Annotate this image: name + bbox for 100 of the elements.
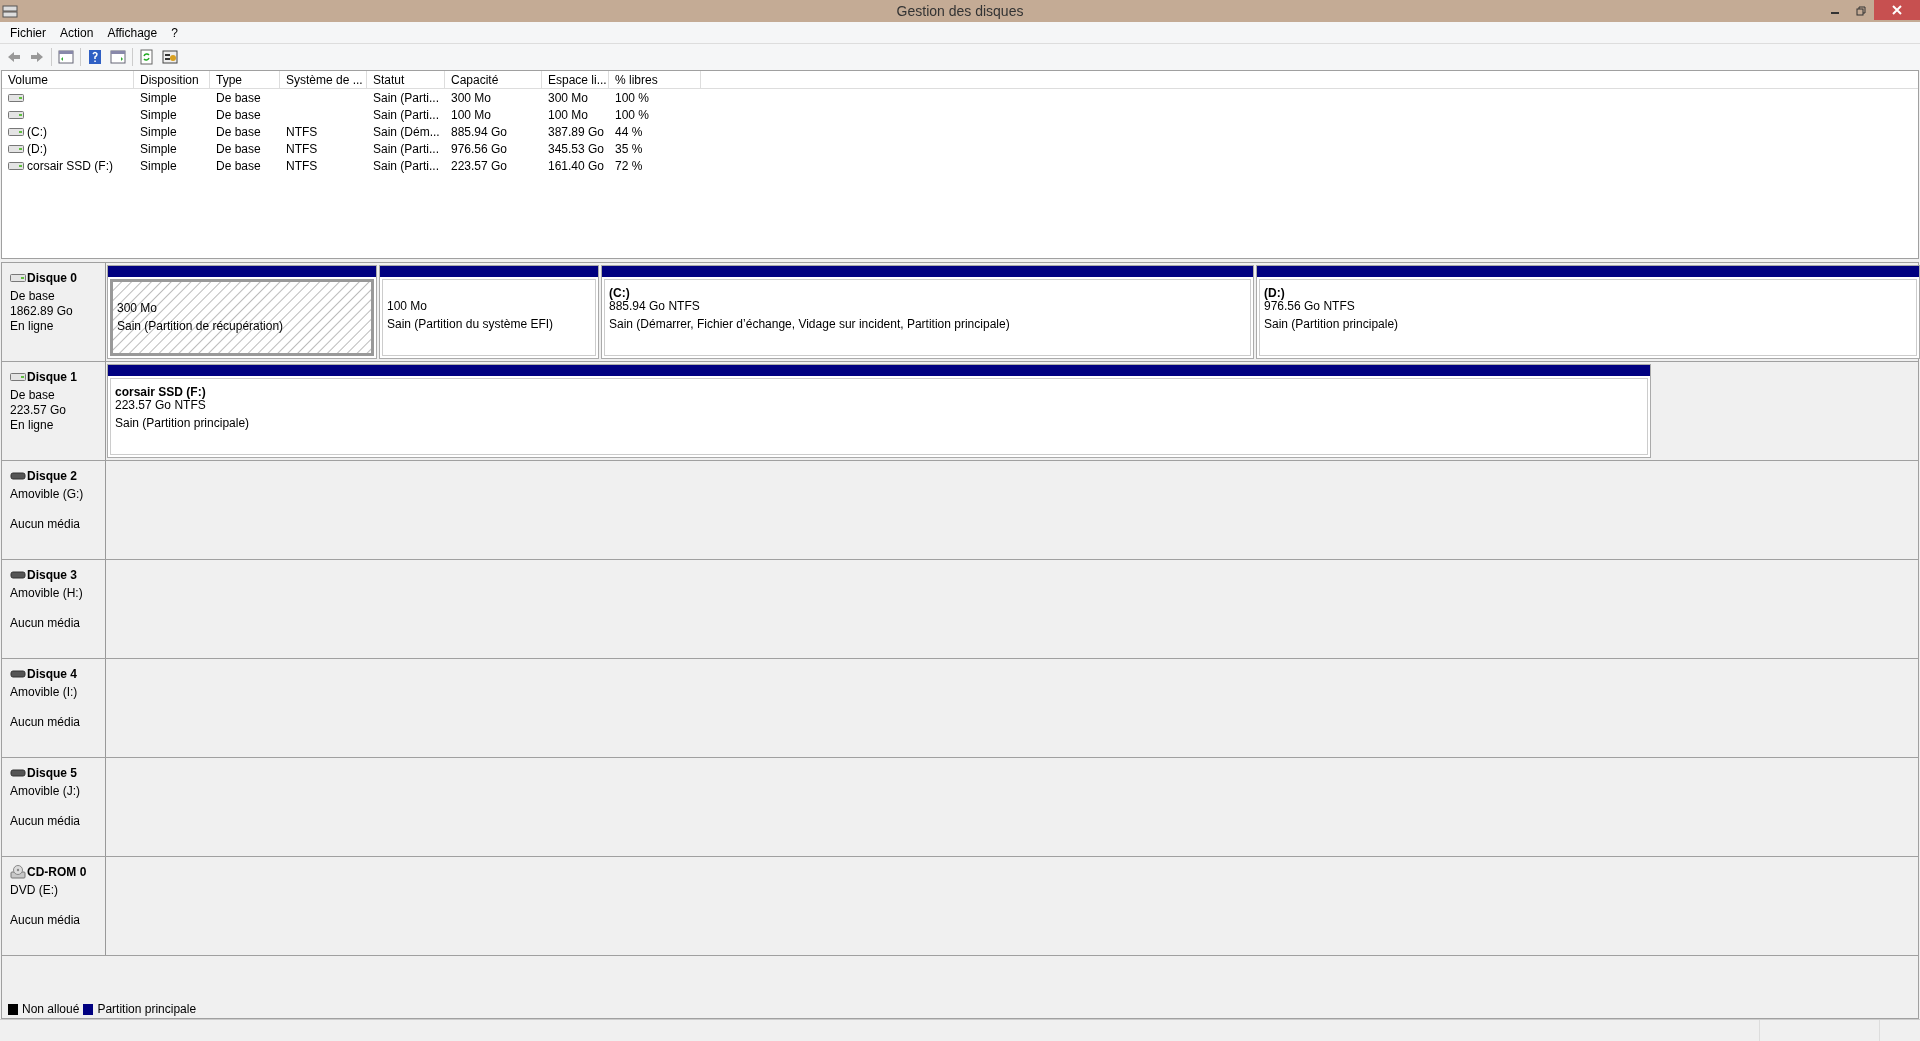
- partition-status: Sain (Partition principale): [1264, 316, 1400, 333]
- restore-icon: [1856, 6, 1866, 16]
- disk-name: Disque 2: [27, 468, 77, 485]
- partition-size: 885.94 Go NTFS: [609, 299, 701, 315]
- table-cell-text: NTFS: [286, 123, 318, 141]
- table-cell-text: 885.94 Go: [451, 123, 508, 141]
- disk-info: Aucun média: [10, 715, 81, 729]
- disk-info: Amovible (H:): [10, 586, 83, 600]
- disk-name: Disque 5: [27, 765, 77, 782]
- table-cell-text: 223.57 Go: [451, 157, 508, 175]
- table-cell-text: Sain (Parti...: [373, 89, 440, 107]
- disk-name: Disque 4: [27, 666, 77, 683]
- disk-info: Amovible (I:): [10, 685, 78, 699]
- removable-drive-icon: [10, 769, 26, 777]
- table-cell-text: Simple: [140, 157, 177, 175]
- disk-info: 1862.89 Go: [10, 304, 73, 318]
- removable-drive-icon: [10, 571, 26, 579]
- disk-name: Disque 0: [27, 270, 77, 287]
- cd-drive-icon: [10, 865, 26, 879]
- partition-status: Sain (Partition principale): [115, 415, 251, 432]
- table-cell-text: Sain (Dém...: [373, 123, 440, 141]
- removable-drive-icon: [10, 670, 26, 678]
- disk-info: Amovible (G:): [10, 487, 84, 501]
- table-cell-text: 387.89 Go: [548, 123, 605, 141]
- menu-item[interactable]: ?: [164, 23, 185, 42]
- partition-block[interactable]: corsair SSD (F:) 223.57 Go NTFS Sain (Partition principale): [107, 364, 1651, 458]
- table-cell-text: 100 %: [615, 89, 650, 107]
- disk-management-icon: [2, 3, 18, 19]
- hard-drive-icon: [10, 373, 26, 381]
- table-cell-text: 100 Mo: [451, 106, 492, 124]
- table-cell-text: NTFS: [286, 140, 318, 158]
- close-button[interactable]: [1874, 0, 1920, 20]
- disk-name: Disque 1: [27, 369, 77, 386]
- column-header[interactable]: Capacité: [445, 71, 542, 88]
- table-cell-text: 345.53 Go: [548, 140, 605, 158]
- table-cell-text: 35 %: [615, 140, 643, 158]
- column-header[interactable]: Espace li...: [542, 71, 609, 88]
- disk-info: En ligne: [10, 418, 54, 432]
- table-cell-text: corsair SSD (F:): [27, 157, 113, 175]
- partition-size: 223.57 Go NTFS: [115, 398, 207, 414]
- disk-name: Disque 3: [27, 567, 77, 584]
- table-cell-text: Simple: [140, 140, 177, 158]
- legend-label: Partition principale: [97, 1001, 197, 1018]
- partition-block[interactable]: 300 Mo Sain (Partition de récupération): [107, 265, 377, 359]
- partition-block[interactable]: (D:) 976.56 Go NTFS Sain (Partition principale): [1256, 265, 1920, 359]
- table-cell-text: Sain (Parti...: [373, 140, 440, 158]
- partition-name: (C:): [609, 286, 630, 300]
- table-cell-text: 161.40 Go: [548, 157, 605, 175]
- column-header[interactable]: Type: [210, 71, 280, 88]
- table-cell-text: 72 %: [615, 157, 643, 175]
- column-header[interactable]: Disposition: [134, 71, 210, 88]
- partition-block[interactable]: (C:) 885.94 Go NTFS Sain (Démarrer, Fichier d’échange, Vidage sur incident, Partition principale): [601, 265, 1254, 359]
- disk-info: Aucun média: [10, 814, 81, 828]
- table-cell-text: NTFS: [286, 157, 318, 175]
- disk-info: Aucun média: [10, 913, 81, 927]
- partition-size: 300 Mo: [117, 300, 159, 317]
- hard-drive-icon: [8, 93, 24, 102]
- column-header[interactable]: Système de ...: [280, 71, 367, 88]
- partition-block[interactable]: 100 Mo Sain (Partition du système EFI): [379, 265, 599, 359]
- table-cell-text: Simple: [140, 123, 177, 141]
- hard-drive-icon: [8, 127, 24, 136]
- disk-info: DVD (E:): [10, 883, 58, 897]
- close-icon: [1892, 5, 1902, 15]
- table-cell-text: 300 Mo: [548, 89, 589, 107]
- table-cell-text: De base: [216, 106, 261, 124]
- table-cell-text: Simple: [140, 89, 177, 107]
- partition-status: Sain (Partition de récupération): [117, 318, 285, 335]
- table-cell-text: Sain (Parti...: [373, 106, 440, 124]
- table-cell-text: De base: [216, 89, 261, 107]
- hard-drive-icon: [8, 161, 24, 170]
- table-cell-text: Sain (Parti...: [373, 157, 440, 175]
- disk-info: De base: [10, 388, 55, 402]
- hard-drive-icon: [8, 144, 24, 153]
- menu-item[interactable]: Affichage: [100, 23, 165, 42]
- menu-item[interactable]: Action: [53, 23, 101, 42]
- partition-status: Sain (Partition du système EFI): [387, 316, 555, 333]
- disk-info: Aucun média: [10, 616, 81, 630]
- disk-info: Amovible (J:): [10, 784, 80, 798]
- disk-info: 223.57 Go: [10, 403, 67, 417]
- table-cell-text: 44 %: [615, 123, 643, 141]
- table-cell-text: 300 Mo: [451, 89, 492, 107]
- table-cell-text: De base: [216, 140, 261, 158]
- removable-drive-icon: [10, 472, 26, 480]
- table-cell-text: 976.56 Go: [451, 140, 508, 158]
- partition-name: (D:): [1264, 286, 1285, 300]
- column-header[interactable]: Volume: [2, 71, 134, 88]
- partition-size: 100 Mo: [387, 298, 429, 315]
- partition-size: 976.56 Go NTFS: [1264, 299, 1356, 315]
- disk-info: En ligne: [10, 319, 54, 333]
- disk-info: Aucun média: [10, 517, 81, 531]
- column-header[interactable]: % libres: [609, 71, 701, 88]
- table-cell-text: 100 Mo: [548, 106, 589, 124]
- table-cell-text: De base: [216, 157, 261, 175]
- disk-name: CD-ROM 0: [27, 864, 87, 881]
- hard-drive-icon: [10, 274, 26, 282]
- table-cell-text: 100 %: [615, 106, 650, 124]
- table-cell-text: (D:): [27, 140, 47, 158]
- column-header[interactable]: Statut: [367, 71, 445, 88]
- table-cell-text: De base: [216, 123, 261, 141]
- menu-item[interactable]: Fichier: [3, 23, 53, 42]
